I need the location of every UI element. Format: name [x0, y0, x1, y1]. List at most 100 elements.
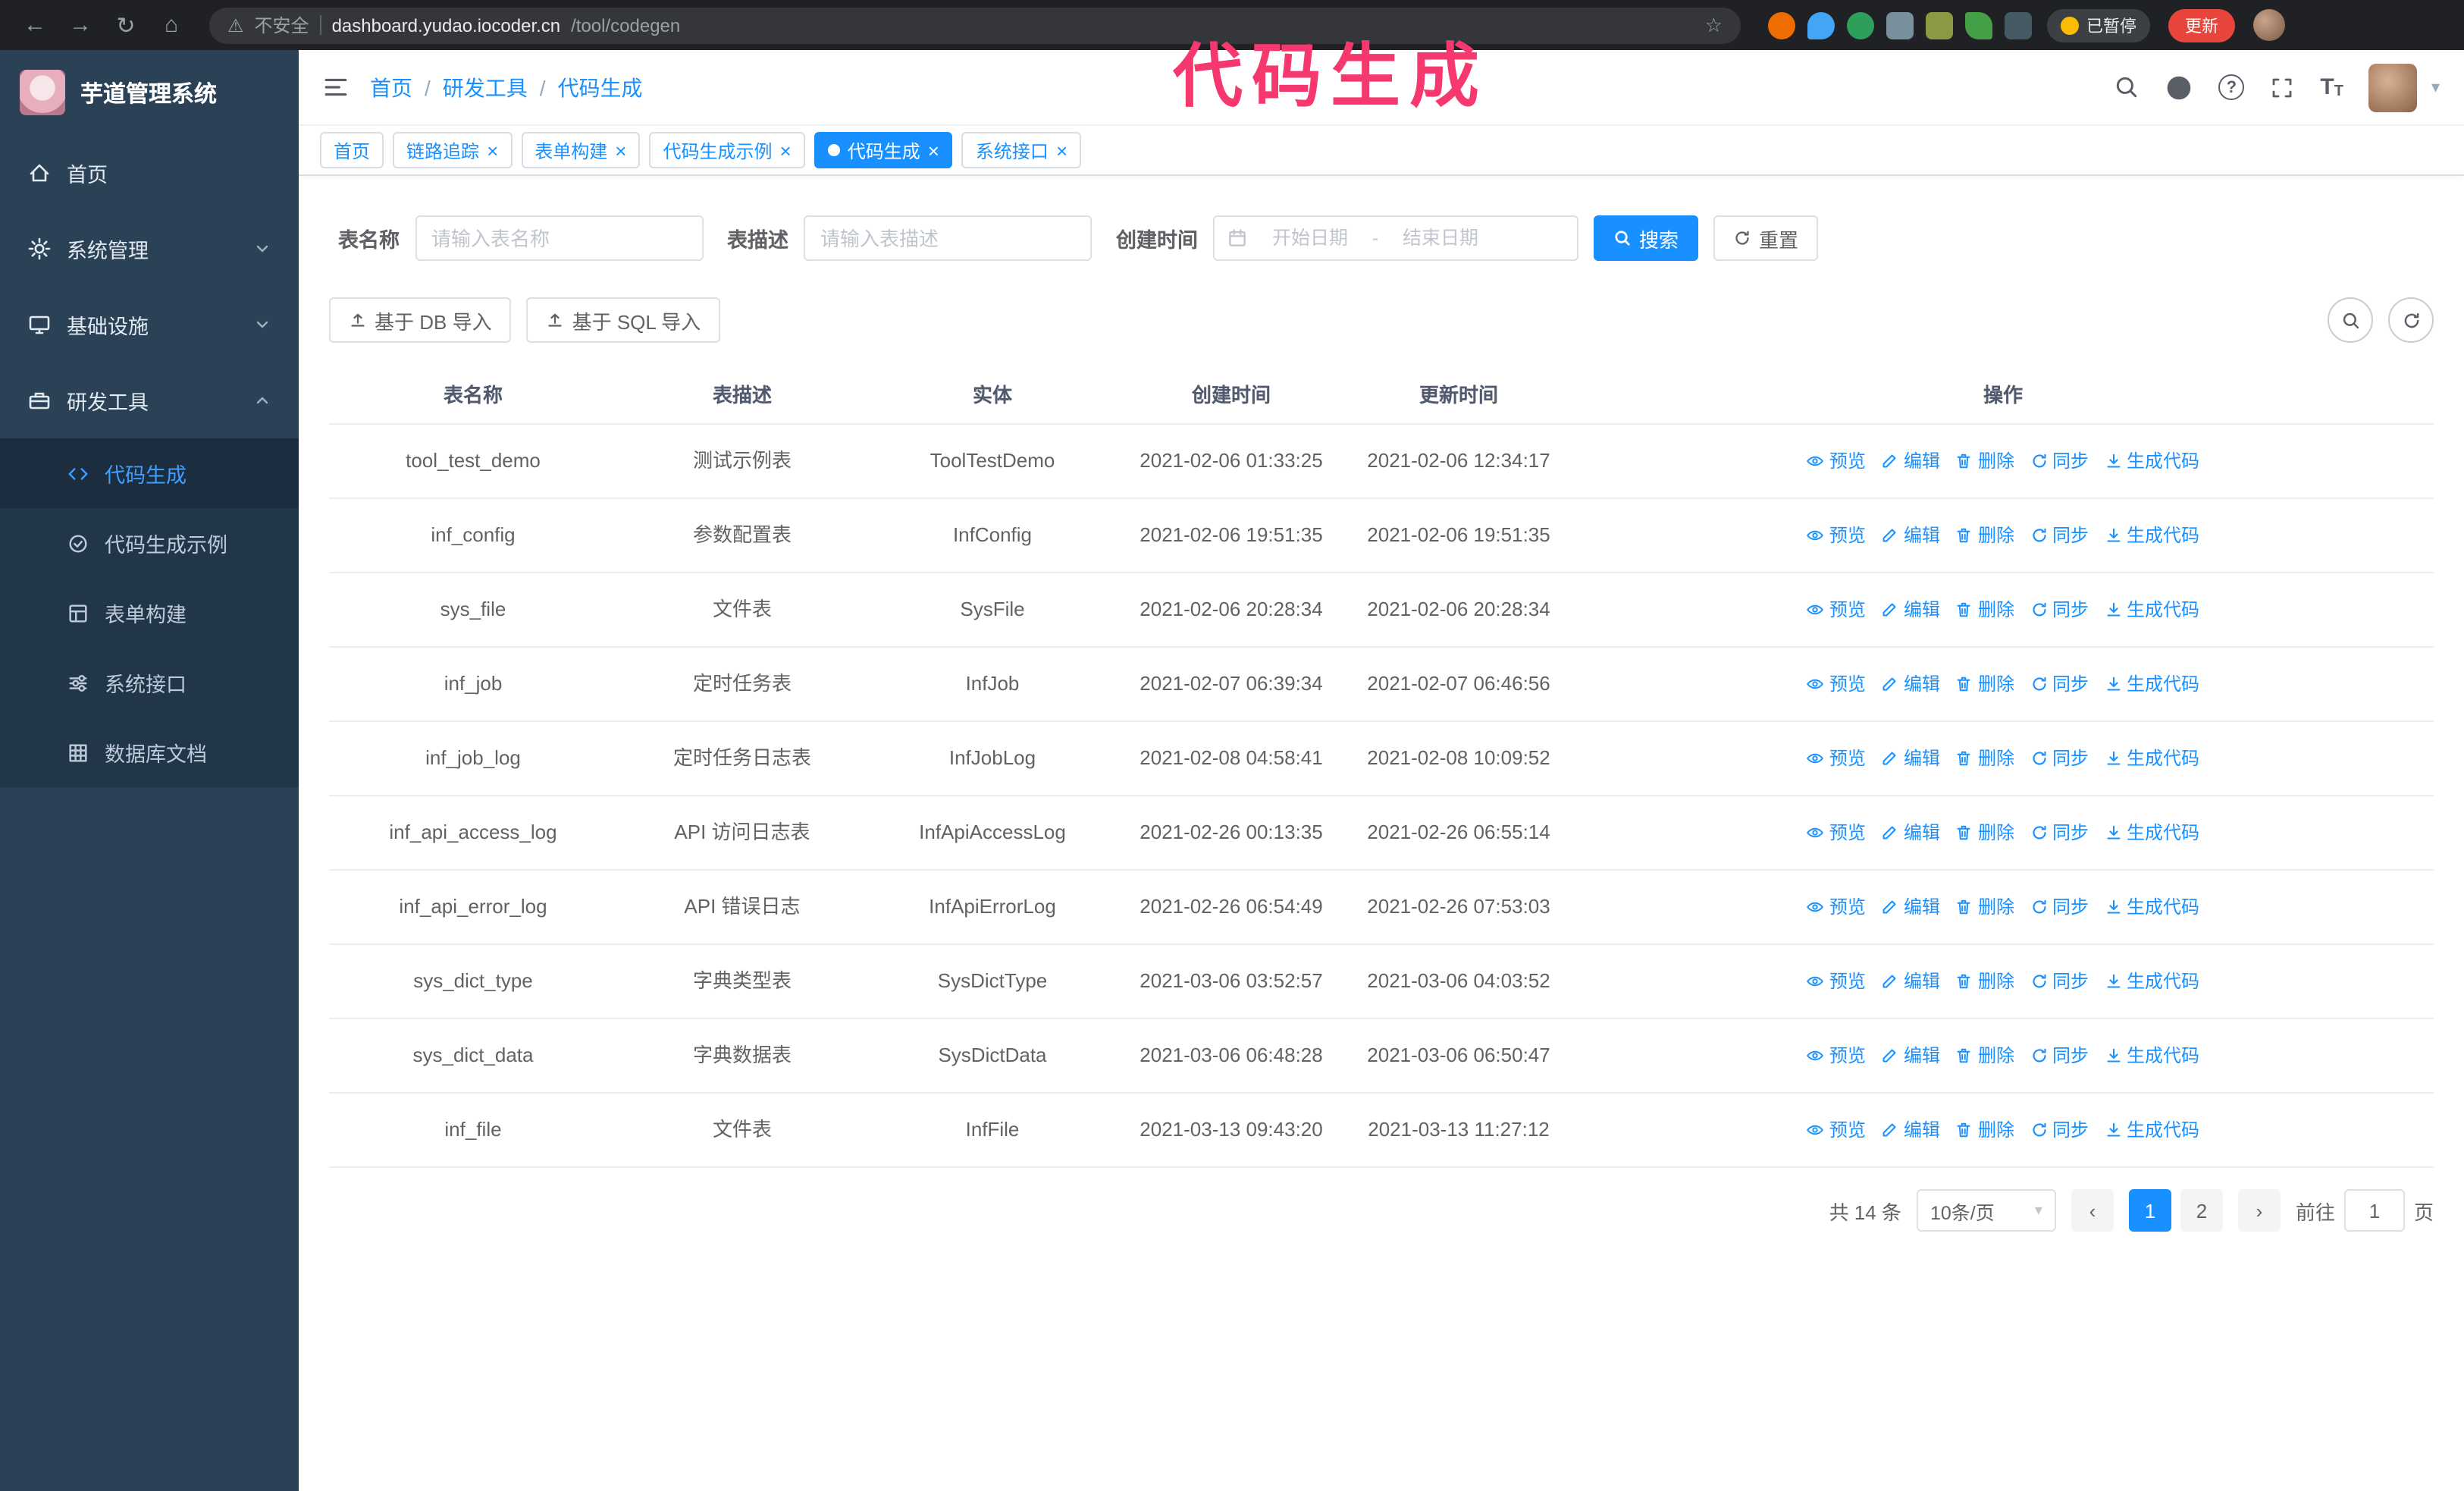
extension-icon-fox[interactable] [1768, 11, 1795, 39]
sidebar-subitem-system-api[interactable]: 系统接口 [0, 648, 299, 717]
tab-系统接口[interactable]: 系统接口 × [961, 132, 1082, 168]
generate-code-link[interactable]: 生成代码 [2104, 1116, 2199, 1144]
date-range-picker[interactable]: - [1213, 215, 1578, 261]
page-size-select[interactable]: 10条/页 ▾ [1916, 1189, 2056, 1232]
sync-link[interactable]: 同步 [2030, 447, 2089, 475]
github-icon[interactable] [2165, 74, 2193, 101]
tab-close-icon[interactable]: × [487, 140, 498, 160]
preview-link[interactable]: 预览 [1807, 893, 1866, 921]
tab-代码生成示例[interactable]: 代码生成示例 × [649, 132, 805, 168]
edit-link[interactable]: 编辑 [1881, 1116, 1940, 1144]
browser-back-icon[interactable]: ← [15, 5, 55, 45]
preview-link[interactable]: 预览 [1807, 670, 1866, 698]
sync-link[interactable]: 同步 [2030, 670, 2089, 698]
extension-icon-check[interactable] [1847, 11, 1874, 39]
edit-link[interactable]: 编辑 [1881, 522, 1940, 549]
sync-link[interactable]: 同步 [2030, 745, 2089, 772]
table-name-input[interactable] [415, 215, 703, 261]
sidebar-item-home[interactable]: 首页 [0, 135, 299, 211]
preview-link[interactable]: 预览 [1807, 819, 1866, 846]
preview-link[interactable]: 预览 [1807, 522, 1866, 549]
import-sql-button[interactable]: 基于 SQL 导入 [526, 297, 721, 343]
preview-link[interactable]: 预览 [1807, 596, 1866, 623]
edit-link[interactable]: 编辑 [1881, 670, 1940, 698]
tab-首页[interactable]: 首页 [320, 132, 384, 168]
breadcrumb-home[interactable]: 首页 [370, 72, 412, 102]
hamburger-icon[interactable] [323, 74, 349, 100]
next-page-button[interactable]: › [2237, 1189, 2281, 1232]
delete-link[interactable]: 删除 [1955, 1116, 2014, 1144]
edit-link[interactable]: 编辑 [1881, 745, 1940, 772]
extension-icon-card[interactable] [1926, 11, 1953, 39]
avatar-caret-down-icon[interactable]: ▾ [2431, 77, 2440, 97]
toggle-search-button[interactable] [2328, 297, 2373, 343]
sync-link[interactable]: 同步 [2030, 1042, 2089, 1069]
generate-code-link[interactable]: 生成代码 [2104, 1042, 2199, 1069]
user-avatar[interactable] [2368, 63, 2418, 111]
preview-link[interactable]: 预览 [1807, 1116, 1866, 1144]
sidebar-item-system-management[interactable]: 系统管理 [0, 211, 299, 287]
preview-link[interactable]: 预览 [1807, 1042, 1866, 1069]
refresh-table-button[interactable] [2388, 297, 2434, 343]
delete-link[interactable]: 删除 [1955, 968, 2014, 995]
preview-link[interactable]: 预览 [1807, 745, 1866, 772]
bookmark-star-icon[interactable]: ☆ [1705, 13, 1723, 37]
breadcrumb-dev-tools[interactable]: 研发工具 [443, 72, 528, 102]
page-button-2[interactable]: 2 [2180, 1189, 2223, 1232]
browser-reload-icon[interactable]: ↻ [106, 5, 146, 45]
generate-code-link[interactable]: 生成代码 [2104, 819, 2199, 846]
sync-link[interactable]: 同步 [2030, 1116, 2089, 1144]
sync-link[interactable]: 同步 [2030, 968, 2089, 995]
edit-link[interactable]: 编辑 [1881, 447, 1940, 475]
prev-page-button[interactable]: ‹ [2071, 1189, 2114, 1232]
edit-link[interactable]: 编辑 [1881, 893, 1940, 921]
table-desc-input[interactable] [804, 215, 1092, 261]
delete-link[interactable]: 删除 [1955, 670, 2014, 698]
delete-link[interactable]: 删除 [1955, 819, 2014, 846]
sidebar-item-infrastructure[interactable]: 基础设施 [0, 287, 299, 363]
browser-profile-avatar[interactable] [2253, 9, 2285, 41]
sidebar-subitem-codegen-example[interactable]: 代码生成示例 [0, 508, 299, 578]
paused-badge[interactable]: 已暂停 [2047, 8, 2150, 42]
delete-link[interactable]: 删除 [1955, 522, 2014, 549]
sidebar-subitem-form-builder[interactable]: 表单构建 [0, 578, 299, 648]
page-button-1[interactable]: 1 [2128, 1189, 2171, 1232]
extension-icon-drop[interactable] [1807, 11, 1835, 39]
import-db-button[interactable]: 基于 DB 导入 [329, 297, 512, 343]
generate-code-link[interactable]: 生成代码 [2104, 893, 2199, 921]
sidebar-subitem-code-generation[interactable]: 代码生成 [0, 438, 299, 508]
generate-code-link[interactable]: 生成代码 [2104, 745, 2199, 772]
sidebar-item-dev-tools[interactable]: 研发工具 [0, 363, 299, 438]
tab-close-icon[interactable]: × [928, 140, 939, 160]
generate-code-link[interactable]: 生成代码 [2104, 596, 2199, 623]
browser-home-icon[interactable]: ⌂ [152, 5, 191, 45]
date-end-input[interactable] [1384, 228, 1497, 249]
sidebar-subitem-db-doc[interactable]: 数据库文档 [0, 717, 299, 787]
search-button[interactable]: 搜索 [1594, 215, 1699, 261]
tab-代码生成[interactable]: 代码生成 × [813, 132, 953, 168]
generate-code-link[interactable]: 生成代码 [2104, 670, 2199, 698]
tab-表单构建[interactable]: 表单构建 × [521, 132, 641, 168]
help-icon[interactable]: ? [2218, 74, 2245, 100]
delete-link[interactable]: 删除 [1955, 447, 2014, 475]
edit-link[interactable]: 编辑 [1881, 1042, 1940, 1069]
tab-close-icon[interactable]: × [780, 140, 792, 160]
generate-code-link[interactable]: 生成代码 [2104, 968, 2199, 995]
sync-link[interactable]: 同步 [2030, 522, 2089, 549]
generate-code-link[interactable]: 生成代码 [2104, 522, 2199, 549]
sync-link[interactable]: 同步 [2030, 596, 2089, 623]
edit-link[interactable]: 编辑 [1881, 819, 1940, 846]
delete-link[interactable]: 删除 [1955, 1042, 2014, 1069]
tab-close-icon[interactable]: × [1056, 140, 1067, 160]
browser-update-button[interactable]: 更新 [2168, 8, 2235, 42]
goto-page-input[interactable] [2343, 1189, 2405, 1232]
generate-code-link[interactable]: 生成代码 [2104, 447, 2199, 475]
edit-link[interactable]: 编辑 [1881, 596, 1940, 623]
extension-icon-people[interactable] [1886, 11, 1914, 39]
extension-icon-leaf[interactable] [1965, 11, 1992, 39]
address-bar[interactable]: ⚠ 不安全 dashboard.yudao.iocoder.cn/tool/co… [209, 7, 1741, 43]
sync-link[interactable]: 同步 [2030, 893, 2089, 921]
reset-button[interactable]: 重置 [1713, 215, 1819, 261]
search-icon[interactable] [2114, 74, 2140, 100]
date-start-input[interactable] [1254, 228, 1366, 249]
